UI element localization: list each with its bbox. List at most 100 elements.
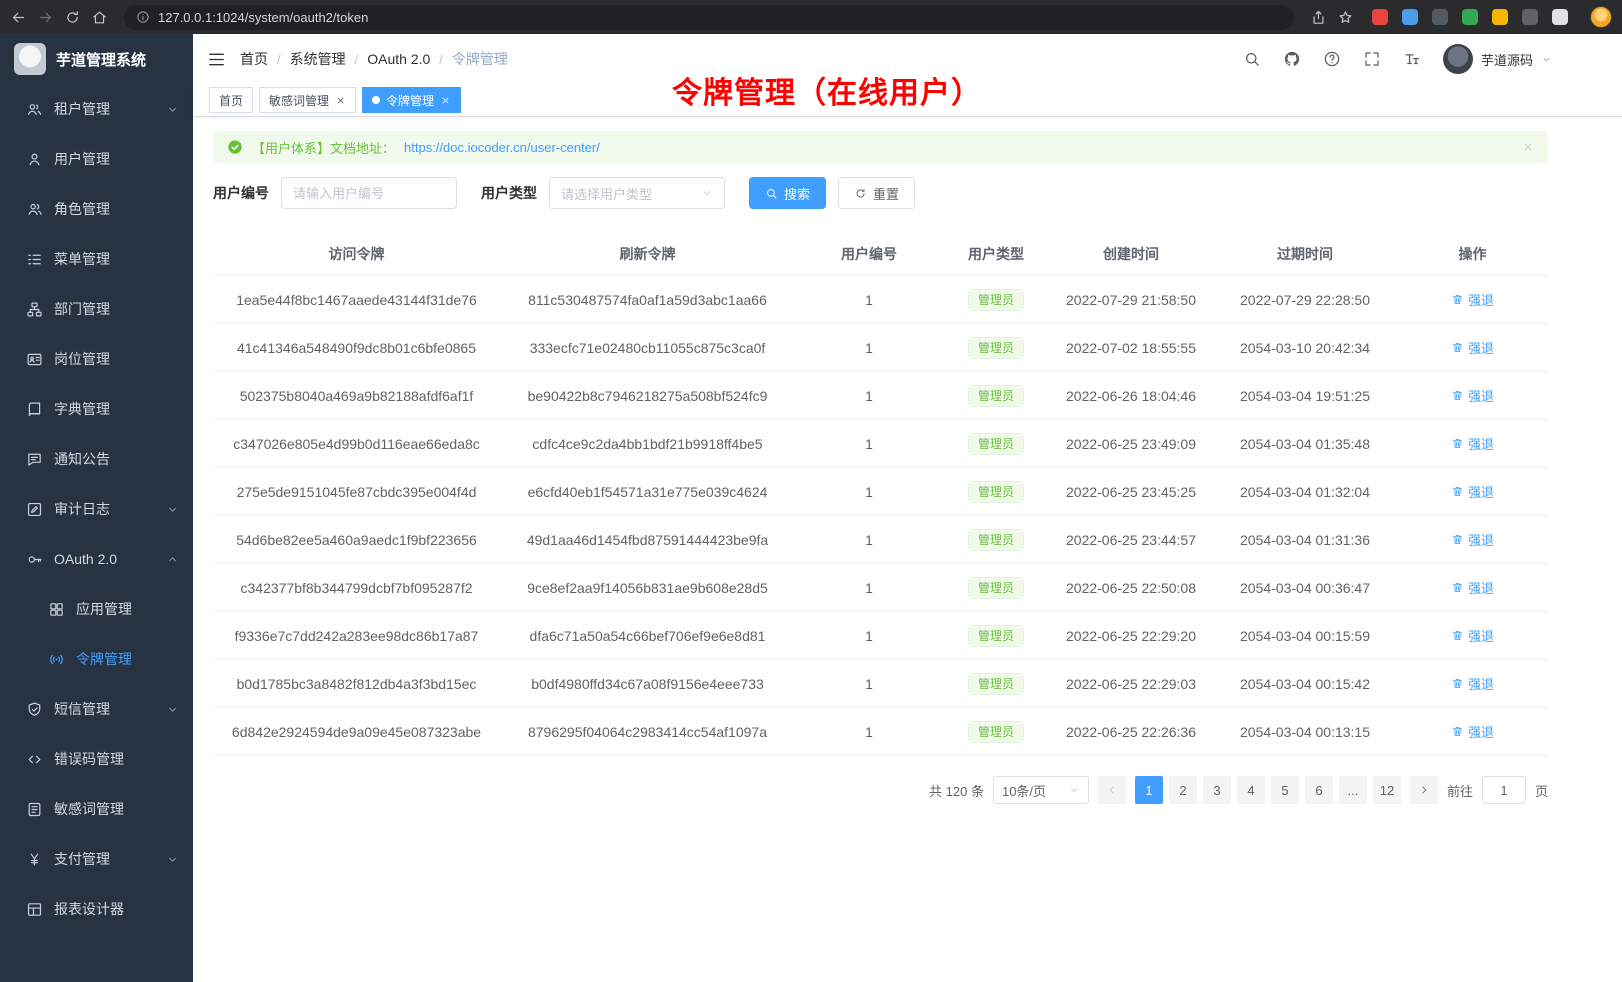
search-icon[interactable] xyxy=(1243,50,1261,68)
breadcrumb-item[interactable]: OAuth 2.0 xyxy=(367,51,430,67)
url-text[interactable]: 127.0.0.1:1024/system/oauth2/token xyxy=(158,10,368,25)
cell-access: 54d6be82ee5a460a9aedc1f9bf223656 xyxy=(213,532,500,548)
user-type-badge: 管理员 xyxy=(968,673,1024,695)
goto-page-input[interactable] xyxy=(1482,776,1526,804)
extension-icon[interactable] xyxy=(1432,9,1448,25)
page-button[interactable]: 3 xyxy=(1203,776,1231,804)
extension-icon[interactable] xyxy=(1372,9,1388,25)
user-menu[interactable]: 芋道源码 xyxy=(1443,44,1552,74)
tab-home[interactable]: 首页 xyxy=(209,87,253,113)
page-button[interactable]: 6 xyxy=(1305,776,1333,804)
sidebar-item-user[interactable]: 用户管理 xyxy=(0,134,193,184)
cell-access: 1ea5e44f8bc1467aaede43144f31de76 xyxy=(213,292,500,308)
table-row: 54d6be82ee5a460a9aedc1f9bf22365649d1aa46… xyxy=(213,516,1548,564)
close-icon[interactable] xyxy=(335,95,346,106)
token-icon xyxy=(48,651,65,668)
sidebar-item-post[interactable]: 岗位管理 xyxy=(0,334,193,384)
force-logout-button[interactable]: 强退 xyxy=(1451,482,1494,501)
sidebar-item-tenant[interactable]: 租户管理 xyxy=(0,84,193,134)
action-label: 强退 xyxy=(1468,434,1494,453)
force-logout-button[interactable]: 强退 xyxy=(1451,290,1494,309)
force-logout-button[interactable]: 强退 xyxy=(1451,626,1494,645)
sidebar-item-errcode[interactable]: 错误码管理 xyxy=(0,734,193,784)
page-size-select[interactable]: 10条/页 xyxy=(993,776,1089,804)
extension-icon[interactable] xyxy=(1552,9,1568,25)
force-logout-button[interactable]: 强退 xyxy=(1451,338,1494,357)
browser-home-icon[interactable] xyxy=(91,9,108,26)
sidebar-item-notice[interactable]: 通知公告 xyxy=(0,434,193,484)
force-logout-button[interactable]: 强退 xyxy=(1451,530,1494,549)
table-row: 1ea5e44f8bc1467aaede43144f31de76811c5304… xyxy=(213,276,1548,324)
sidebar-item-role[interactable]: 角色管理 xyxy=(0,184,193,234)
browser-forward-icon[interactable] xyxy=(37,9,54,26)
breadcrumb-item[interactable]: 首页 xyxy=(240,49,268,69)
cell-actions: 强退 xyxy=(1397,722,1548,741)
page-button[interactable]: 12 xyxy=(1373,776,1401,804)
share-icon[interactable] xyxy=(1310,9,1327,26)
sidebar-item-sensitive[interactable]: 敏感词管理 xyxy=(0,784,193,834)
browser-profile-avatar[interactable] xyxy=(1590,6,1612,28)
extension-icon[interactable] xyxy=(1492,9,1508,25)
force-logout-button[interactable]: 强退 xyxy=(1451,578,1494,597)
alert-close-icon[interactable] xyxy=(1522,141,1534,153)
cell-created: 2022-06-25 23:45:25 xyxy=(1049,484,1213,500)
help-icon[interactable] xyxy=(1323,50,1341,68)
sidebar-item-label: 字典管理 xyxy=(54,399,110,419)
cell-actions: 强退 xyxy=(1397,626,1548,645)
menu-icon xyxy=(26,251,43,268)
extension-icon[interactable] xyxy=(1402,9,1418,25)
user-type-select[interactable]: 请选择用户类型 xyxy=(549,177,725,209)
sidebar-item-dict[interactable]: 字典管理 xyxy=(0,384,193,434)
prev-page-button[interactable] xyxy=(1098,776,1126,804)
sidebar-item-oauth[interactable]: OAuth 2.0 xyxy=(0,534,193,584)
force-logout-button[interactable]: 强退 xyxy=(1451,674,1494,693)
force-logout-button[interactable]: 强退 xyxy=(1451,722,1494,741)
github-icon[interactable] xyxy=(1283,50,1301,68)
table-row: c342377bf8b344799dcbf7bf095287f29ce8ef2a… xyxy=(213,564,1548,612)
browser-reload-icon[interactable] xyxy=(64,9,81,26)
page-button[interactable]: 2 xyxy=(1169,776,1197,804)
tab-token[interactable]: 令牌管理 xyxy=(362,87,461,113)
filter-form: 用户编号 用户类型 请选择用户类型 搜索 重置 xyxy=(213,177,1548,209)
site-info-icon[interactable] xyxy=(136,10,150,24)
font-size-icon[interactable] xyxy=(1403,50,1421,68)
sidebar-item-label: 短信管理 xyxy=(54,699,110,719)
search-button[interactable]: 搜索 xyxy=(749,177,826,209)
sidebar-item-log[interactable]: 审计日志 xyxy=(0,484,193,534)
cell-expires: 2054-03-04 00:15:59 xyxy=(1213,628,1397,644)
sidebar-item-report[interactable]: 报表设计器 xyxy=(0,884,193,934)
reset-button[interactable]: 重置 xyxy=(838,177,915,209)
active-dot-icon xyxy=(372,96,380,104)
page-list: 123456...12 xyxy=(1135,776,1401,804)
page-button[interactable]: 4 xyxy=(1237,776,1265,804)
next-page-button[interactable] xyxy=(1410,776,1438,804)
sidebar-item-app[interactable]: 应用管理 xyxy=(0,584,193,634)
extension-icon[interactable] xyxy=(1522,9,1538,25)
breadcrumb-separator: / xyxy=(277,52,281,67)
table-body: 1ea5e44f8bc1467aaede43144f31de76811c5304… xyxy=(213,276,1548,756)
page-button[interactable]: 1 xyxy=(1135,776,1163,804)
user-id-label: 用户编号 xyxy=(213,183,269,203)
hamburger-icon[interactable] xyxy=(207,50,226,69)
sidebar-item-menu[interactable]: 菜单管理 xyxy=(0,234,193,284)
bookmark-star-icon[interactable] xyxy=(1337,9,1354,26)
extension-icon[interactable] xyxy=(1462,9,1478,25)
browser-back-icon[interactable] xyxy=(10,9,27,26)
tab-sensitive-word[interactable]: 敏感词管理 xyxy=(259,87,356,113)
address-bar[interactable]: 127.0.0.1:1024/system/oauth2/token xyxy=(124,5,1294,30)
force-logout-button[interactable]: 强退 xyxy=(1451,434,1494,453)
sidebar-item-sms[interactable]: 短信管理 xyxy=(0,684,193,734)
fullscreen-icon[interactable] xyxy=(1363,50,1381,68)
user-id-input[interactable] xyxy=(281,177,457,209)
sidebar-item-dept[interactable]: 部门管理 xyxy=(0,284,193,334)
sms-icon xyxy=(26,701,43,718)
force-logout-button[interactable]: 强退 xyxy=(1451,386,1494,405)
sidebar-item-pay[interactable]: 支付管理 xyxy=(0,834,193,884)
breadcrumb-item[interactable]: 系统管理 xyxy=(290,49,346,69)
close-icon[interactable] xyxy=(440,95,451,106)
sidebar-item-token[interactable]: 令牌管理 xyxy=(0,634,193,684)
doc-link[interactable]: https://doc.iocoder.cn/user-center/ xyxy=(404,140,600,155)
cell-access: f9336e7c7dd242a283ee98dc86b17a87 xyxy=(213,628,500,644)
app-logo[interactable]: 芋道管理系统 xyxy=(0,34,193,84)
page-button[interactable]: 5 xyxy=(1271,776,1299,804)
